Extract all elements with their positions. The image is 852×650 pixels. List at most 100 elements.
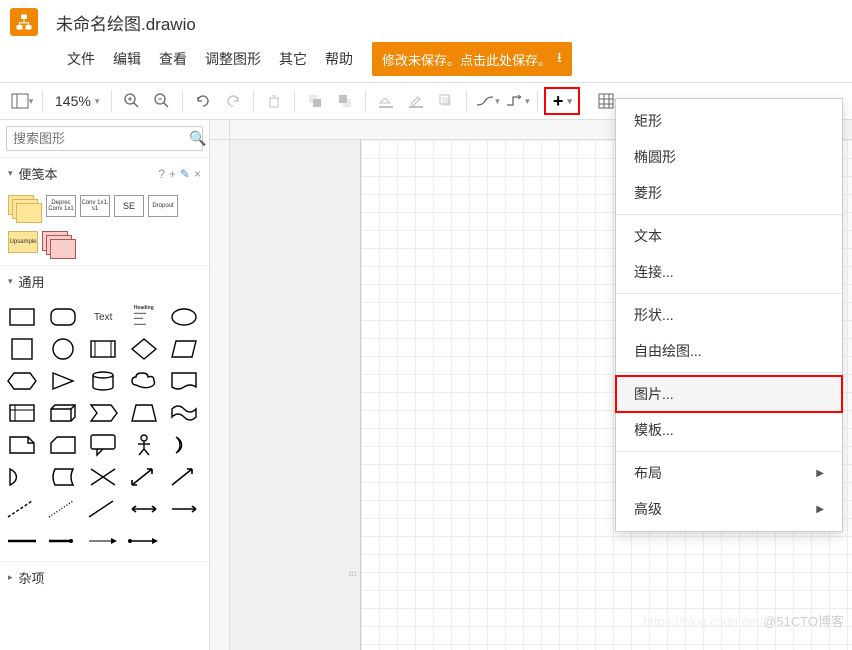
shape-trapezoid[interactable]: [126, 399, 162, 427]
shape-step[interactable]: [85, 399, 121, 427]
shape-cube[interactable]: [45, 399, 81, 427]
menu-extras[interactable]: 其它: [270, 45, 316, 73]
shape-xor[interactable]: [85, 463, 121, 491]
shadow-button[interactable]: [432, 87, 460, 115]
shape-square[interactable]: [4, 335, 40, 363]
shape-note[interactable]: [4, 431, 40, 459]
shape-callout[interactable]: [85, 431, 121, 459]
zoom-in-button[interactable]: [118, 87, 146, 115]
panel-drag-handle[interactable]: ⠿: [350, 570, 356, 600]
shape-or[interactable]: [4, 463, 40, 491]
shape-connector-bold[interactable]: [45, 527, 81, 555]
search-input[interactable]: [13, 131, 189, 146]
expand-icon: ▸: [8, 572, 13, 583]
zoom-level[interactable]: 145%▾: [49, 93, 105, 109]
shape-rect[interactable]: [4, 303, 40, 331]
save-warning-banner[interactable]: 修改未保存。点击此处保存。 ⭳: [372, 42, 572, 76]
scratch-item[interactable]: Conv 1x1, s1: [80, 195, 110, 217]
view-mode-button[interactable]: ▾: [8, 87, 36, 115]
help-icon[interactable]: ?: [158, 167, 165, 181]
menu-help[interactable]: 帮助: [316, 45, 362, 73]
dd-ellipse[interactable]: 椭圆形: [616, 139, 842, 175]
download-icon: ⭳: [557, 47, 562, 71]
add-icon[interactable]: +: [169, 167, 176, 181]
waypoint-button[interactable]: ▾: [503, 87, 531, 115]
scratch-item[interactable]: Upsample: [8, 231, 38, 253]
shape-card[interactable]: [45, 431, 81, 459]
menu-arrange[interactable]: 调整图形: [196, 45, 270, 73]
shape-bidirectional-arrow[interactable]: [126, 463, 162, 491]
shape-tape[interactable]: [166, 399, 202, 427]
shape-dashed[interactable]: [4, 495, 40, 523]
scratch-stack[interactable]: [42, 231, 76, 259]
remove-icon[interactable]: ×: [194, 167, 201, 181]
menu-edit[interactable]: 编辑: [104, 45, 150, 73]
scratch-item[interactable]: Deprec Conv 1x1: [46, 195, 76, 217]
shape-process[interactable]: [85, 335, 121, 363]
shape-ellipse[interactable]: [166, 303, 202, 331]
shape-arrow-h[interactable]: [166, 495, 202, 523]
to-front-button[interactable]: [301, 87, 329, 115]
to-back-button[interactable]: [331, 87, 359, 115]
shape-roundrect[interactable]: [45, 303, 81, 331]
shape-diamond[interactable]: [126, 335, 162, 363]
dd-text[interactable]: 文本: [616, 218, 842, 254]
dd-layout[interactable]: 布局▶: [616, 455, 842, 491]
scratch-item[interactable]: SE: [114, 195, 144, 217]
shape-bidir-arrow-h[interactable]: [126, 495, 162, 523]
shape-connector-arrow[interactable]: [126, 527, 162, 555]
redo-button[interactable]: [219, 87, 247, 115]
plus-icon: +: [553, 91, 564, 112]
misc-header[interactable]: ▸ 杂项: [0, 561, 209, 593]
dd-rect[interactable]: 矩形: [616, 103, 842, 139]
dd-shape[interactable]: 形状...: [616, 297, 842, 333]
scratch-stack[interactable]: [8, 195, 42, 223]
zoom-out-button[interactable]: [148, 87, 176, 115]
shape-line[interactable]: [85, 495, 121, 523]
shape-heading[interactable]: Heading━━━━━━━━━━━: [126, 303, 162, 331]
shape-connector-thin[interactable]: [85, 527, 121, 555]
shape-moon[interactable]: [166, 431, 202, 459]
shape-cylinder[interactable]: [85, 367, 121, 395]
delete-button[interactable]: [260, 87, 288, 115]
menu-bar: 文件 编辑 查看 调整图形 其它 帮助 修改未保存。点击此处保存。 ⭳: [0, 40, 852, 82]
dd-rhombus[interactable]: 菱形: [616, 175, 842, 211]
shape-actor[interactable]: [126, 431, 162, 459]
dd-template[interactable]: 模板...: [616, 412, 842, 448]
search-shapes[interactable]: 🔍: [6, 126, 203, 151]
collapse-icon: ▾: [8, 276, 13, 287]
shape-circle[interactable]: [45, 335, 81, 363]
scratchpad-header[interactable]: ▾ 便笺本 ? + ✎ ×: [0, 157, 209, 189]
shape-triangle[interactable]: [45, 367, 81, 395]
dd-advanced[interactable]: 高级▶: [616, 491, 842, 527]
undo-button[interactable]: [189, 87, 217, 115]
general-header[interactable]: ▾ 通用: [0, 265, 209, 297]
menu-file[interactable]: 文件: [58, 45, 104, 73]
chevron-right-icon: ▶: [816, 468, 824, 479]
shape-cloud[interactable]: [126, 367, 162, 395]
shape-dotted[interactable]: [45, 495, 81, 523]
shape-internal-storage[interactable]: [4, 399, 40, 427]
watermark: https://blog.csdn.net/@51CTO博客: [643, 611, 844, 630]
dd-image[interactable]: 图片...: [615, 375, 843, 413]
shape-data-storage[interactable]: [45, 463, 81, 491]
shape-arrow[interactable]: [166, 463, 202, 491]
fill-color-button[interactable]: [372, 87, 400, 115]
insert-button[interactable]: +▾: [544, 87, 580, 115]
shape-hexagon[interactable]: [4, 367, 40, 395]
shape-document[interactable]: [166, 367, 202, 395]
shape-parallelogram[interactable]: [166, 335, 202, 363]
connection-button[interactable]: ▾: [473, 87, 501, 115]
edit-icon[interactable]: ✎: [180, 167, 190, 181]
line-color-button[interactable]: [402, 87, 430, 115]
file-name[interactable]: 未命名绘图.drawio: [56, 10, 196, 35]
shape-connector-solid[interactable]: [4, 527, 40, 555]
app-logo: [10, 8, 38, 36]
menu-view[interactable]: 查看: [150, 45, 196, 73]
title-bar: 未命名绘图.drawio: [0, 0, 852, 40]
shapes-palette: Text Heading━━━━━━━━━━━: [0, 297, 209, 561]
shape-text[interactable]: Text: [85, 303, 121, 331]
dd-freehand[interactable]: 自由绘图...: [616, 333, 842, 369]
scratch-item[interactable]: Dropout: [148, 195, 178, 217]
dd-link[interactable]: 连接...: [616, 254, 842, 290]
